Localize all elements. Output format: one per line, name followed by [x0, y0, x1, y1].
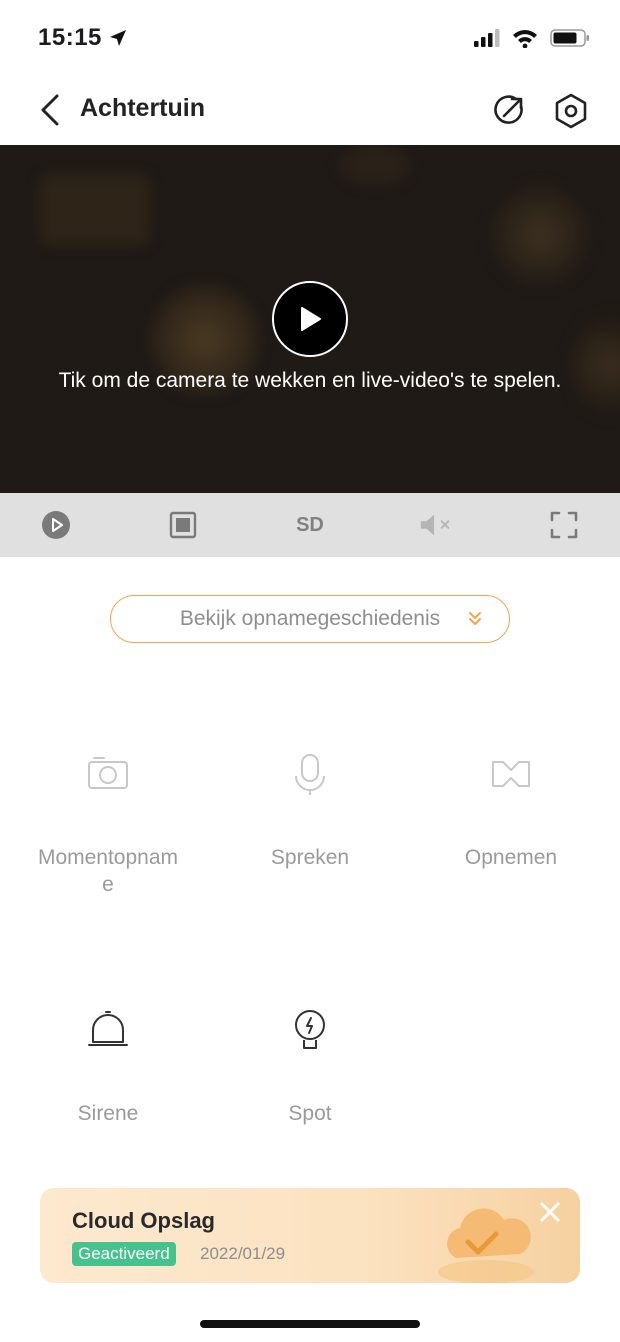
play-button[interactable] [272, 281, 348, 357]
status-time: 15:15 [38, 24, 102, 51]
nav-bar: Achtertuin [0, 80, 620, 144]
page-title: Achtertuin [80, 94, 205, 122]
back-button[interactable] [30, 90, 70, 130]
home-indicator[interactable] [200, 1320, 420, 1328]
video-background-blob [340, 145, 410, 185]
status-bar: 15:15 [0, 0, 620, 80]
video-background-blob [40, 175, 150, 245]
feature-siren-label: Sirene [77, 1102, 139, 1125]
battery-icon [550, 29, 589, 47]
cloud-status-badge: Geactiveerd [72, 1242, 176, 1266]
video-background-blob [490, 185, 590, 285]
share-button[interactable] [490, 92, 528, 130]
cloud-storage-banner[interactable]: Cloud Opslag Geactiveerd 2022/01/29 [40, 1188, 580, 1283]
feature-snapshot-label-line: e [102, 873, 114, 896]
feature-snapshot[interactable]: Momentopnam e [8, 752, 208, 898]
cloud-expiry-date: 2022/01/29 [200, 1244, 286, 1263]
siren-icon [88, 1011, 128, 1046]
speaker-muted-icon [420, 514, 450, 536]
close-icon[interactable] [538, 1200, 562, 1224]
microphone-icon [295, 754, 325, 795]
video-wake-message: Tik om de camera te wekken en live-video… [58, 369, 562, 392]
recording-history-button[interactable]: Bekijk opnamegeschiedenis [110, 595, 510, 643]
play-icon [301, 307, 321, 331]
camera-icon [88, 757, 128, 789]
feature-snapshot-label: Momentopnam e [8, 844, 208, 898]
location-arrow-icon [109, 30, 126, 46]
hexagon-gear-icon [555, 93, 587, 129]
play-control-button[interactable] [38, 507, 74, 543]
lightbulb-icon [295, 1010, 325, 1049]
feature-snapshot-label-line: Momentopnam [37, 846, 179, 869]
double-chevron-down-icon [469, 612, 481, 625]
cloud-storage-title: Cloud Opslag [72, 1208, 215, 1233]
share-arrow-icon [494, 95, 523, 124]
chevron-left-icon [41, 94, 59, 126]
feature-spotlight[interactable]: Spot [210, 1008, 410, 1127]
stop-control-button[interactable] [165, 507, 201, 543]
status-time-group: 15:15 [38, 24, 128, 52]
video-controls-bar: SD [0, 493, 620, 557]
settings-button[interactable] [552, 92, 590, 130]
feature-spotlight-label: Spot [288, 1102, 332, 1125]
video-preview[interactable]: Tik om de camera te wekken en live-video… [0, 145, 620, 493]
recording-history-label: Bekijk opnamegeschiedenis [179, 607, 441, 630]
cellular-signal-icon [474, 29, 500, 47]
wifi-icon [513, 30, 537, 48]
cloud-check-icon [438, 1208, 534, 1283]
video-record-icon [492, 761, 530, 787]
play-circle-icon [42, 511, 70, 539]
quality-toggle-button[interactable]: SD [286, 507, 334, 543]
feature-siren[interactable]: Sirene [8, 1008, 208, 1127]
status-icons [474, 28, 590, 48]
video-background-blob [570, 315, 620, 415]
feature-record[interactable]: Opnemen [411, 752, 611, 871]
fullscreen-icon [550, 511, 578, 539]
fullscreen-button[interactable] [546, 507, 582, 543]
feature-talk-label: Spreken [270, 846, 350, 869]
stop-square-icon [169, 511, 197, 539]
feature-record-label: Opnemen [464, 846, 558, 869]
feature-talk[interactable]: Spreken [210, 752, 410, 871]
mute-control-button[interactable] [418, 507, 454, 543]
